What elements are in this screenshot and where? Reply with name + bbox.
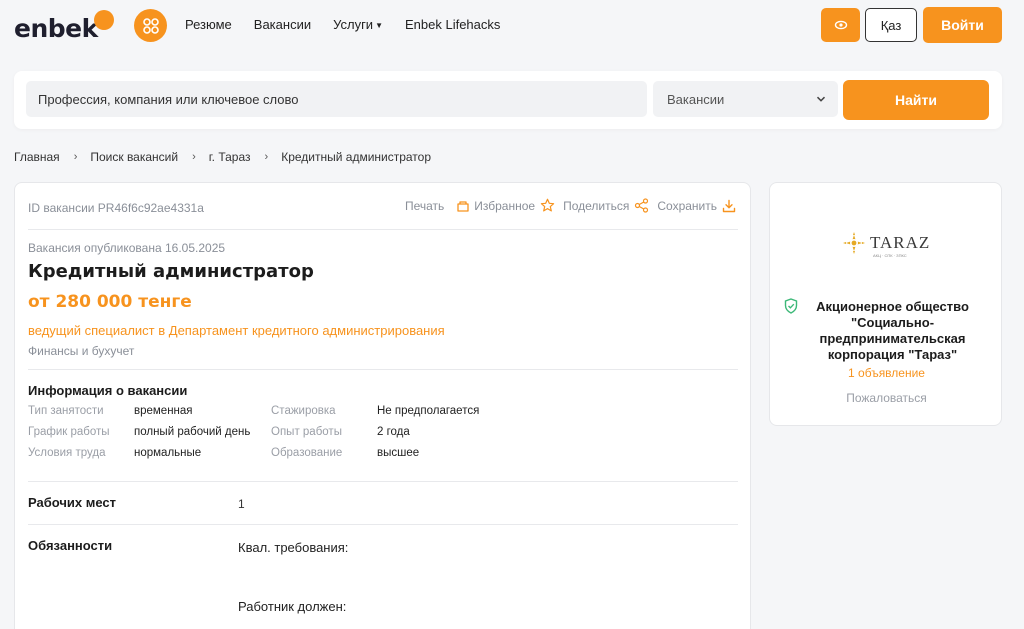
vacancy-actions: Печать Избранное Поделиться Сохранить	[397, 198, 736, 213]
logo-text: enbek	[14, 14, 98, 43]
logo-accent-dot	[94, 10, 114, 30]
verified-shield-icon	[784, 298, 798, 314]
login-button[interactable]: Войти	[923, 7, 1002, 43]
print-icon	[457, 200, 469, 212]
info-table: Тип занятости временная Стажировка Не пр…	[28, 405, 528, 468]
category-select[interactable]: Вакансии	[653, 81, 838, 117]
print-label: Печать	[404, 198, 445, 213]
language-button[interactable]: Қаз	[865, 8, 917, 42]
published-date: Вакансия опубликована 16.05.2025	[28, 241, 226, 255]
favorite-label: Избранное	[474, 198, 536, 213]
nav-item-lifehacks[interactable]: Enbek Lifehacks	[405, 17, 500, 32]
divider	[28, 524, 738, 525]
share-icon	[635, 198, 649, 213]
info-value: временная	[134, 405, 193, 417]
vacancy-id: ID вакансии PR46f6c92ae4331a	[28, 201, 204, 215]
info-label: Условия труда	[28, 447, 106, 459]
apps-grid-icon	[142, 17, 159, 34]
company-ads-link[interactable]: 1 объявление	[770, 366, 1003, 380]
chevron-down-icon	[816, 96, 826, 102]
info-value: полный рабочий день	[134, 426, 251, 438]
search-panel: Вакансии Найти	[14, 71, 1002, 129]
divider	[28, 481, 738, 482]
enbek-logo[interactable]: enbek	[14, 8, 114, 43]
info-label: График работы	[28, 426, 110, 438]
category-select-value: Вакансии	[667, 91, 725, 107]
nav-label: Enbek Lifehacks	[405, 17, 501, 32]
eye-icon	[834, 20, 847, 30]
divider	[28, 229, 738, 230]
info-row: Условия труда нормальные Образование выс…	[28, 447, 528, 468]
save-label: Сохранить	[657, 198, 717, 213]
company-logo-text: TARAZ	[870, 233, 930, 252]
star-icon	[540, 198, 555, 212]
nav-label: Услуги	[333, 17, 374, 32]
chevron-right-icon: ›	[264, 151, 269, 163]
info-label: Образование	[271, 447, 343, 459]
company-name[interactable]: Акционерное общество "Социально-предприн…	[800, 299, 985, 363]
taraz-logo-icon: TARAZ АКЦ · СПК · ЗПКС	[843, 232, 930, 258]
header: enbek Резюме Вакансии Услуги ▼ Enbek Life…	[0, 0, 1024, 50]
search-button[interactable]: Найти	[843, 80, 989, 120]
nav-item-resume[interactable]: Резюме	[185, 17, 232, 32]
nav-label: Вакансии	[253, 17, 312, 32]
complain-link[interactable]: Пожаловаться	[770, 391, 1003, 405]
chevron-right-icon: ›	[192, 151, 196, 163]
chevron-right-icon: ›	[73, 151, 78, 163]
company-card: TARAZ АКЦ · СПК · ЗПКС Акционерное общес…	[769, 182, 1002, 426]
nav-label: Резюме	[185, 17, 232, 32]
info-value: 2 года	[377, 426, 410, 438]
download-icon	[722, 199, 736, 212]
info-label: Стажировка	[271, 405, 336, 417]
company-logo[interactable]: TARAZ АКЦ · СПК · ЗПКС	[842, 231, 932, 265]
duties-requirements: Квал. требования:	[238, 540, 349, 555]
accessibility-button[interactable]	[821, 8, 860, 42]
share-button[interactable]: Поделиться	[563, 198, 649, 213]
breadcrumb-search[interactable]: Поиск вакансий	[90, 150, 178, 164]
company-logo-sub: АКЦ · СПК · ЗПКС	[873, 253, 907, 258]
info-value: нормальные	[134, 447, 202, 459]
vacancy-category: Финансы и бухучет	[28, 344, 135, 358]
favorite-button[interactable]: Избранное	[452, 198, 555, 213]
duties-label: Обязанности	[28, 538, 113, 553]
workplaces-value: 1	[238, 497, 245, 511]
main-nav: Резюме Вакансии Услуги ▼ Enbek Lifehacks	[185, 17, 522, 32]
breadcrumb-city[interactable]: г. Тараз	[209, 150, 251, 164]
vacancy-salary: от 280 000 тенге	[28, 292, 192, 312]
divider	[28, 369, 738, 370]
nav-item-services[interactable]: Услуги ▼	[333, 17, 383, 32]
info-value: высшее	[377, 447, 420, 459]
info-value: Не предполагается	[377, 405, 480, 417]
nav-item-vacancies[interactable]: Вакансии	[254, 17, 311, 32]
duties-employee-must: Работник должен:	[238, 599, 347, 614]
breadcrumb-home[interactable]: Главная	[14, 150, 60, 164]
info-heading: Информация о вакансии	[28, 383, 188, 398]
caret-down-icon: ▼	[375, 21, 383, 30]
share-label: Поделиться	[563, 198, 630, 213]
workplaces-label: Рабочих мест	[28, 495, 117, 510]
apps-button[interactable]	[134, 9, 167, 42]
vacancy-card: ID вакансии PR46f6c92ae4331a Печать Избр…	[14, 182, 751, 629]
vacancy-subtitle: ведущий специалист в Департамент кредитн…	[28, 323, 445, 338]
save-button[interactable]: Сохранить	[657, 199, 736, 213]
info-row: Тип занятости временная Стажировка Не пр…	[28, 405, 528, 426]
breadcrumb-current: Кредитный администратор	[281, 150, 432, 164]
breadcrumb: Главная › Поиск вакансий › г. Тараз › Кр…	[14, 150, 431, 164]
vacancy-title: Кредитный администратор	[28, 261, 314, 282]
info-label: Опыт работы	[271, 426, 342, 438]
info-label: Тип занятости	[28, 405, 104, 417]
print-button[interactable]: Печать	[405, 199, 444, 213]
search-input[interactable]	[26, 81, 647, 117]
info-row: График работы полный рабочий день Опыт р…	[28, 426, 528, 447]
